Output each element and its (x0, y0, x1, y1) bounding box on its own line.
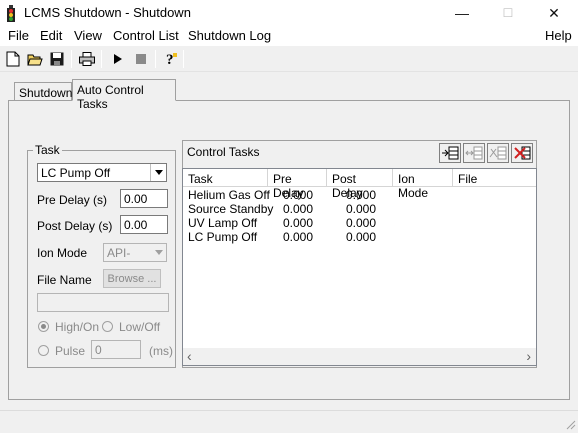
cell-task: Helium Gas Off (188, 188, 270, 202)
table-row[interactable]: Helium Gas Off 0.000 0.000 (183, 188, 536, 202)
insert-task-button[interactable] (439, 143, 461, 163)
toolbar-separator (183, 50, 184, 68)
pulse-input[interactable]: 0 (91, 340, 141, 359)
toolbar-separator (101, 50, 102, 68)
move-row-icon (465, 146, 483, 160)
cell-task: UV Lamp Off (188, 216, 258, 230)
menu-file[interactable]: File (8, 28, 29, 43)
help-question-icon: ? (166, 52, 177, 67)
title-bar: LCMS Shutdown - Shutdown — ☐ ✕ (0, 0, 578, 26)
pre-delay-label: Pre Delay (s) (37, 193, 108, 207)
cell-post-delay: 0.000 (346, 230, 377, 244)
toolbar-separator (71, 50, 72, 68)
app-icon (6, 5, 16, 23)
stop-button[interactable] (130, 48, 152, 70)
cell-task: Source Standby (188, 202, 274, 216)
ion-mode-label: Ion Mode (37, 246, 88, 260)
ion-mode-select[interactable]: API- (103, 243, 167, 262)
high-on-label: High/On (55, 320, 100, 334)
menu-shutdown-log[interactable]: Shutdown Log (188, 28, 271, 43)
svg-text:?: ? (166, 52, 174, 67)
open-folder-button[interactable] (24, 48, 46, 70)
menu-help[interactable]: Help (545, 28, 572, 43)
maximize-button[interactable]: ☐ (485, 0, 531, 26)
column-header-task[interactable]: Task (183, 169, 268, 187)
stop-icon (136, 54, 146, 64)
cell-task: LC Pump Off (188, 230, 258, 244)
print-button[interactable] (76, 48, 98, 70)
menu-view[interactable]: View (74, 28, 102, 43)
pulse-radio[interactable] (38, 345, 49, 356)
cell-pre-delay: 0.000 (283, 188, 314, 202)
cell-post-delay: 0.000 (346, 202, 377, 216)
cell-pre-delay: 0.000 (283, 230, 314, 244)
window-title: LCMS Shutdown - Shutdown (24, 5, 191, 20)
high-on-radio[interactable] (38, 321, 49, 332)
tab-shutdown[interactable]: Shutdown (14, 82, 72, 102)
save-button[interactable] (46, 48, 68, 70)
delete-row-icon (514, 146, 531, 160)
task-select-value: LC Pump Off (41, 166, 111, 180)
post-delay-input[interactable]: 0.00 (120, 215, 168, 234)
save-icon (50, 52, 64, 66)
horizontal-scrollbar[interactable]: ‹ › (183, 348, 536, 365)
printer-icon (79, 52, 95, 66)
cell-post-delay: 0.000 (346, 216, 377, 230)
move-task-button[interactable] (463, 143, 485, 163)
low-off-radio[interactable] (102, 321, 113, 332)
column-header-pre-delay[interactable]: Pre Delay (268, 169, 327, 200)
scroll-left-icon[interactable]: ‹ (187, 348, 192, 364)
table-row[interactable]: UV Lamp Off 0.000 0.000 (183, 216, 536, 230)
browse-button[interactable]: Browse ... (103, 269, 161, 288)
table-row[interactable]: Source Standby 0.000 0.000 (183, 202, 536, 216)
pulse-unit: (ms) (149, 344, 173, 358)
chevron-down-icon[interactable] (150, 164, 166, 181)
replace-row-icon (489, 146, 507, 160)
play-icon (114, 54, 122, 64)
low-off-label: Low/Off (119, 320, 161, 334)
task-group-title: Task (33, 143, 62, 157)
column-header-file[interactable]: File (453, 169, 536, 187)
menu-bar: File Edit View Control List Shutdown Log… (0, 26, 578, 46)
cell-pre-delay: 0.000 (283, 216, 314, 230)
open-folder-icon (27, 54, 43, 66)
replace-task-button[interactable] (487, 143, 509, 163)
new-document-icon (6, 51, 20, 67)
pre-delay-input[interactable]: 0.00 (120, 189, 168, 208)
post-delay-label: Post Delay (s) (37, 219, 113, 233)
menu-edit[interactable]: Edit (40, 28, 62, 43)
control-tasks-title: Control Tasks (187, 145, 260, 159)
toolbar-separator (155, 50, 156, 68)
resize-grip-icon[interactable] (566, 419, 576, 430)
insert-row-icon (442, 146, 459, 160)
status-bar (0, 410, 578, 431)
scroll-right-icon[interactable]: › (526, 348, 531, 364)
close-button[interactable]: ✕ (531, 0, 577, 26)
table-row[interactable]: LC Pump Off 0.000 0.000 (183, 230, 536, 244)
column-header-post-delay[interactable]: Post Delay (327, 169, 393, 200)
run-button[interactable] (107, 48, 129, 70)
chevron-down-icon (152, 244, 166, 261)
ion-mode-value: API- (107, 246, 131, 260)
control-tasks-list[interactable]: Task Pre Delay Post Delay Ion Mode File … (182, 168, 537, 366)
menu-control-list[interactable]: Control List (113, 28, 179, 43)
file-name-input[interactable] (37, 293, 169, 312)
cell-pre-delay: 0.000 (283, 202, 314, 216)
new-document-button[interactable] (2, 48, 24, 70)
pulse-label: Pulse (55, 344, 86, 358)
help-button[interactable]: ? (160, 48, 182, 70)
file-name-label: File Name (37, 273, 92, 287)
toolbar: ? (0, 46, 578, 72)
cell-post-delay: 0.000 (346, 188, 377, 202)
task-select[interactable]: LC Pump Off (37, 163, 167, 182)
column-header-ion-mode[interactable]: Ion Mode (393, 169, 453, 200)
tab-auto-control-tasks[interactable]: Auto Control Tasks (72, 79, 176, 111)
minimize-button[interactable]: — (439, 0, 485, 26)
delete-task-button[interactable] (511, 143, 533, 163)
